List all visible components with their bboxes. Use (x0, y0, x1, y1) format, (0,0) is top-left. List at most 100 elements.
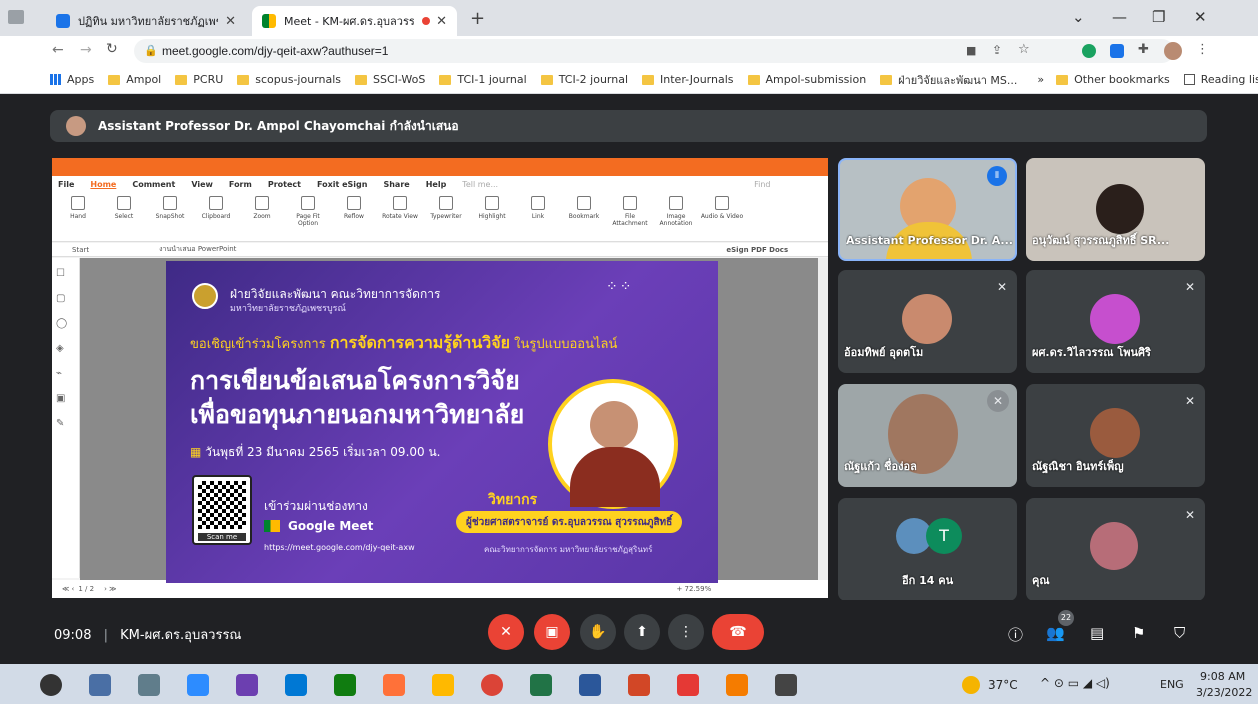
menu-view[interactable]: View (191, 180, 213, 189)
participant-tile[interactable]: T อีก 14 คน (838, 498, 1017, 601)
minimize-icon[interactable]: — (1112, 8, 1127, 26)
host-controls-icon[interactable]: ⛉ (1174, 624, 1185, 642)
new-tab-icon[interactable]: + (470, 8, 485, 29)
menu-file[interactable]: File (58, 180, 74, 189)
more-bookmarks-icon[interactable]: » (1037, 73, 1044, 86)
profile-avatar[interactable] (1164, 42, 1182, 60)
puzzle-extensions-icon[interactable]: ✚ (1138, 42, 1149, 57)
powerpoint-icon[interactable] (628, 674, 650, 696)
participant-tile[interactable]: ✕ ณัฐแก้ว ชื่อง่อล (838, 384, 1017, 487)
extension-icon[interactable] (1110, 44, 1124, 58)
menu-form[interactable]: Form (229, 180, 252, 189)
ribbon-tool[interactable]: Select (102, 196, 146, 227)
browser-tab-meet[interactable]: Meet - KM-ผศ.ดร.อุบลวรรณ ✕ (252, 6, 457, 36)
bookmark-apps[interactable]: Apps (50, 73, 94, 86)
doc-tab-powerpoint[interactable]: งานนำเสนอ PowerPoint (159, 244, 236, 255)
ribbon-tool[interactable]: Image Annotation (654, 196, 698, 227)
menu-esign[interactable]: Foxit eSign (317, 180, 368, 189)
find-input[interactable]: Find (754, 180, 770, 189)
reload-icon[interactable]: ↻ (106, 41, 118, 57)
back-icon[interactable]: ← (52, 42, 64, 58)
leave-call-button[interactable]: ☎ (712, 614, 764, 650)
language-indicator[interactable]: ENG (1160, 678, 1184, 691)
edge-icon[interactable] (285, 674, 307, 696)
omnibox[interactable]: 🔒 meet.google.com/djy-qeit-axw?authuser=… (134, 39, 1174, 63)
firefox-icon[interactable] (383, 674, 405, 696)
bookmark-star-icon[interactable]: ☆ (1018, 42, 1030, 57)
close-tab-icon[interactable]: ✕ (225, 14, 236, 29)
bookmark-pcru[interactable]: PCRU (175, 73, 223, 86)
participant-tile[interactable]: ✕ ผศ.ดร.วิไลวรรณ โพนศิริ (1026, 270, 1205, 373)
app-icon[interactable] (236, 674, 258, 696)
bookmark-ampol-submission[interactable]: Ampol-submission (747, 73, 866, 86)
security-panel-icon[interactable]: ▣ (56, 393, 75, 404)
bookmark-other[interactable]: Other bookmarks (1056, 73, 1170, 86)
ribbon-tool[interactable]: Page Fit Option (286, 196, 330, 227)
page-nav-next-icon[interactable]: › ≫ (104, 585, 116, 593)
bookmark-panel-icon[interactable]: ☐ (56, 268, 75, 279)
tab-search-icon[interactable] (8, 10, 24, 24)
share-icon[interactable]: ⇪ (992, 43, 1002, 57)
bookmark-tci1[interactable]: TCI-1 journal (439, 73, 527, 86)
weather-icon[interactable] (962, 676, 980, 694)
ribbon-tool[interactable]: SnapShot (148, 196, 192, 227)
temperature[interactable]: 37°C (988, 678, 1018, 692)
usb-icon[interactable] (89, 674, 111, 696)
ribbon-tool[interactable]: Rotate View (378, 196, 422, 227)
word-icon[interactable] (579, 674, 601, 696)
more-options-button[interactable]: ⋮ (668, 614, 704, 650)
meeting-details-icon[interactable]: ⓘ (1008, 624, 1023, 645)
ribbon-tool[interactable]: Link (516, 196, 560, 227)
menu-help[interactable]: Help (426, 180, 447, 189)
start-icon[interactable] (40, 674, 62, 696)
chevron-down-icon[interactable]: ⌄ (1072, 8, 1085, 26)
excel-icon[interactable] (530, 674, 552, 696)
page-indicator[interactable]: 1 / 2 (78, 585, 94, 593)
participant-tile[interactable]: ✕ ณัฐณิชา อินทร์เพ็ญ (1026, 384, 1205, 487)
chrome-icon[interactable] (481, 674, 503, 696)
bookmark-reading-list[interactable]: Reading list (1183, 73, 1258, 86)
tell-me-input[interactable]: Tell me... (462, 180, 498, 189)
ribbon-tool[interactable]: File Attachment (608, 196, 652, 227)
menu-protect[interactable]: Protect (268, 180, 301, 189)
present-button[interactable]: ⬆ (624, 614, 660, 650)
forward-icon[interactable]: → (80, 42, 92, 58)
mic-toggle-button[interactable]: ✕ (488, 614, 524, 650)
system-tray-icons[interactable]: ^ ⊙ ▭ ◢ ◁) (1040, 676, 1110, 690)
network-icon[interactable] (334, 674, 356, 696)
browser-tab-calendar[interactable]: ปฏิทิน มหาวิทยาลัยราชภัฏเพชรบูรณ์ ✕ (46, 6, 246, 36)
clock-time[interactable]: 9:08 AM (1200, 670, 1245, 683)
participant-tile[interactable]: ✕ อ้อมทิพย์ อุดตโม (838, 270, 1017, 373)
settings-icon[interactable] (775, 674, 797, 696)
activities-icon[interactable]: ⚑ (1132, 624, 1145, 642)
ribbon-tool[interactable]: Zoom (240, 196, 284, 227)
ribbon-tool[interactable]: Typewriter (424, 196, 468, 227)
layers-panel-icon[interactable]: ◈ (56, 343, 75, 354)
participant-tile[interactable]: ⦀ Assistant Professor Dr. A... (838, 158, 1017, 261)
zoom-level[interactable]: + 72.59% (676, 585, 711, 593)
ribbon-tool[interactable]: Bookmark (562, 196, 606, 227)
menu-comment[interactable]: Comment (132, 180, 175, 189)
pages-panel-icon[interactable]: ▢ (56, 293, 75, 304)
ribbon-tool[interactable]: Reflow (332, 196, 376, 227)
raise-hand-button[interactable]: ✋ (580, 614, 616, 650)
bookmark-scopus[interactable]: scopus-journals (237, 73, 341, 86)
app-s-icon[interactable] (677, 674, 699, 696)
camera-app-icon[interactable] (138, 674, 160, 696)
signature-panel-icon[interactable]: ✎ (56, 418, 75, 429)
camera-toggle-button[interactable]: ▣ (534, 614, 570, 650)
clock-date[interactable]: 3/23/2022 (1196, 686, 1252, 699)
participant-tile[interactable]: ✕ คุณ (1026, 498, 1205, 601)
participant-tile[interactable]: อนุวัฒน์ สุวรรณภูสิทธิ์ SR... (1026, 158, 1205, 261)
bookmark-tci2[interactable]: TCI-2 journal (540, 73, 628, 86)
ribbon-tool[interactable]: Audio & Video (700, 196, 744, 227)
people-icon[interactable]: 👥 (1046, 624, 1065, 642)
restore-icon[interactable]: ❐ (1152, 8, 1165, 26)
bookmark-ssci[interactable]: SSCI-WoS (355, 73, 425, 86)
close-window-icon[interactable]: ✕ (1194, 8, 1207, 26)
comments-panel-icon[interactable]: ◯ (56, 318, 75, 329)
menu-home[interactable]: Home (90, 180, 116, 189)
vlc-icon[interactable] (726, 674, 748, 696)
ribbon-tool[interactable]: Highlight (470, 196, 514, 227)
file-explorer-icon[interactable] (432, 674, 454, 696)
